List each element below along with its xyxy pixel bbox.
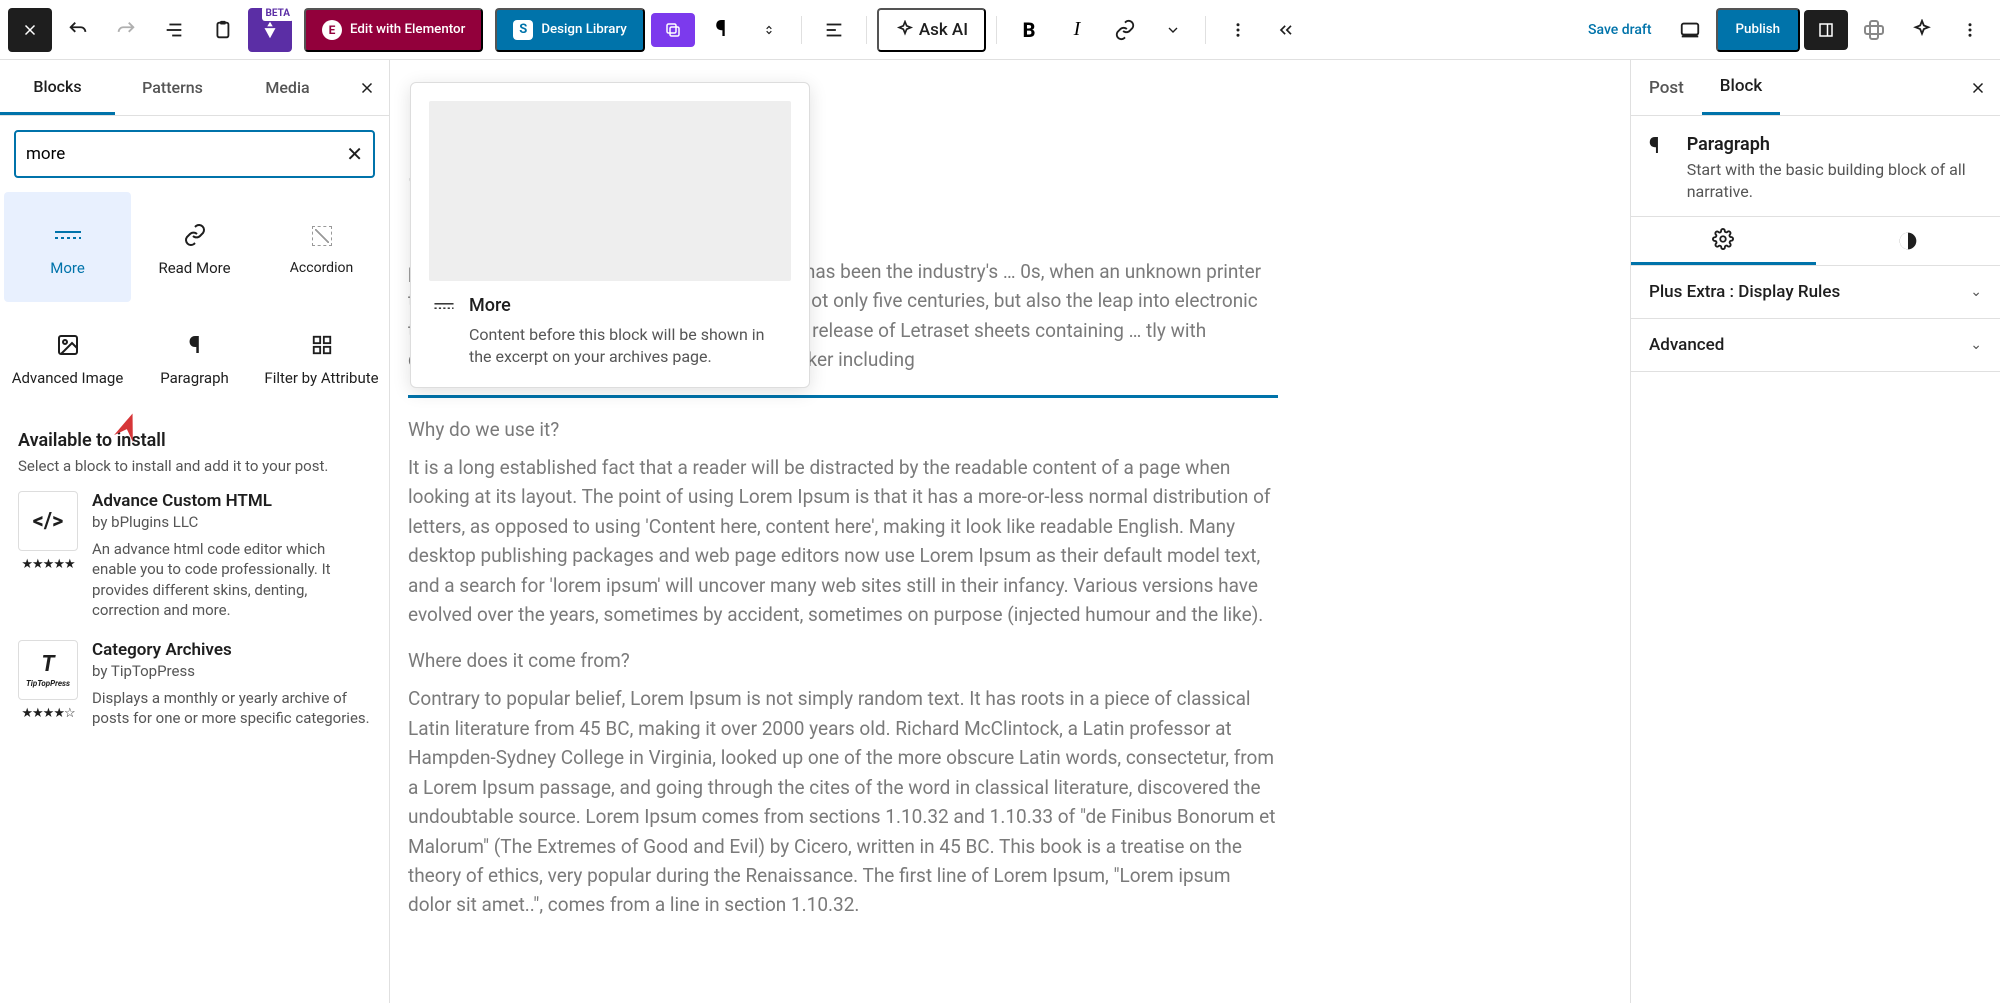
paragraph-block[interactable]: Contrary to popular belief, Lorem Ipsum …: [408, 684, 1278, 920]
inserter-tabs: Blocks Patterns Media: [0, 60, 389, 116]
tab-blocks[interactable]: Blocks: [0, 60, 115, 115]
more-icon: [53, 219, 83, 251]
undo-button[interactable]: [56, 8, 100, 52]
heading-block[interactable]: Where does it come from?: [408, 649, 1278, 672]
install-item[interactable]: T TipTopPress ★★★★☆ Category Archives by…: [18, 640, 371, 729]
chevron-down-icon: ⌄: [1970, 284, 1982, 300]
top-toolbar: BETA E Edit with Elementor S Design Libr…: [0, 0, 2000, 60]
inserter-close-button[interactable]: [345, 79, 389, 97]
copy-icon-button[interactable]: [651, 13, 695, 47]
settings-tabs: Post Block: [1631, 60, 2000, 116]
block-advanced-image[interactable]: Advanced Image: [4, 302, 131, 412]
block-info-header: ¶ Paragraph Start with the basic buildin…: [1631, 116, 2000, 217]
editor-canvas[interactable]: More Content before this block will be s…: [390, 60, 1630, 1003]
preview-thumbnail: [429, 101, 791, 281]
italic-button[interactable]: I: [1055, 8, 1099, 52]
more-icon: [433, 301, 455, 311]
preview-description: Content before this block will be shown …: [429, 324, 791, 369]
divider: [866, 16, 867, 44]
panel-advanced[interactable]: Advanced⌄: [1631, 319, 2000, 372]
avail-title: Available to install: [18, 430, 371, 451]
more-format-button[interactable]: [1151, 8, 1195, 52]
block-paragraph[interactable]: ¶ Paragraph: [131, 302, 258, 412]
ask-ai-button[interactable]: Ask AI: [877, 8, 986, 52]
elementor-button[interactable]: E Edit with Elementor: [304, 8, 483, 52]
settings-tab-icon[interactable]: [1631, 217, 1816, 265]
chevron-down-icon: ⌄: [1970, 337, 1982, 353]
grid-icon: [311, 329, 333, 361]
beta-badge: BETA: [262, 6, 295, 21]
block-preview-popover: More Content before this block will be s…: [410, 82, 810, 388]
tab-block[interactable]: Block: [1702, 60, 1780, 115]
broken-image-icon: [312, 220, 332, 252]
collapse-button[interactable]: [1264, 8, 1308, 52]
options-button[interactable]: [1216, 8, 1260, 52]
transform-button[interactable]: [747, 8, 791, 52]
more-options-button[interactable]: [1948, 8, 1992, 52]
inserter-sidebar: Blocks Patterns Media ✕ More Read More A…: [0, 60, 390, 1003]
preview-button[interactable]: [1668, 8, 1712, 52]
block-search-box: ✕: [14, 130, 375, 178]
avail-sub: Select a block to install and add it to …: [18, 457, 371, 475]
block-name: Paragraph: [1687, 134, 1982, 155]
block-more[interactable]: More: [4, 192, 131, 302]
settings-panel-button[interactable]: [1804, 10, 1848, 50]
divider: [801, 16, 802, 44]
block-desc: Start with the basic building block of a…: [1687, 159, 1982, 204]
divider: [1205, 16, 1206, 44]
ai-sparkle-button[interactable]: [1900, 8, 1944, 52]
design-library-button[interactable]: S Design Library: [495, 8, 645, 52]
settings-sidebar: Post Block ¶ Paragraph Start with the ba…: [1630, 60, 2000, 1003]
tiptop-logo-icon: T TipTopPress: [18, 640, 78, 700]
item-desc: An advance html code editor which enable…: [92, 539, 371, 620]
inspector-icon-tabs: [1631, 217, 2000, 266]
tab-media[interactable]: Media: [230, 60, 345, 115]
item-title: Advance Custom HTML: [92, 491, 371, 511]
preview-title: More: [469, 295, 511, 316]
image-icon: [56, 329, 80, 361]
outline-button[interactable]: [152, 8, 196, 52]
search-input[interactable]: [26, 144, 346, 164]
heading-block[interactable]: Why do we use it?: [408, 418, 1278, 441]
settings-close-button[interactable]: [1956, 79, 2000, 97]
align-button[interactable]: [812, 8, 856, 52]
publish-button[interactable]: Publish: [1716, 8, 1800, 52]
available-to-install-section: Available to install Select a block to i…: [0, 412, 389, 749]
rating-stars: ★★★★★: [21, 557, 74, 572]
styles-tab-icon[interactable]: [1816, 217, 2000, 265]
paragraph-icon: ¶: [189, 329, 201, 361]
block-accordion[interactable]: Accordion: [258, 192, 385, 302]
clipboard-button[interactable]: [200, 8, 244, 52]
more-block-insert-line[interactable]: [408, 395, 1278, 398]
plugin-icon-button[interactable]: [1852, 8, 1896, 52]
tab-post[interactable]: Post: [1631, 60, 1702, 115]
save-draft-button[interactable]: Save draft: [1576, 8, 1664, 52]
rating-stars: ★★★★☆: [21, 706, 74, 721]
block-filter-attribute[interactable]: Filter by Attribute: [258, 302, 385, 412]
install-item[interactable]: </> ★★★★★ Advance Custom HTML by bPlugin…: [18, 491, 371, 620]
panel-display-rules[interactable]: Plus Extra : Display Rules⌄: [1631, 266, 2000, 319]
link-icon: [183, 219, 207, 251]
html-icon: </>: [18, 491, 78, 551]
redo-button[interactable]: [104, 8, 148, 52]
item-title: Category Archives: [92, 640, 371, 660]
item-author: by bPlugins LLC: [92, 513, 371, 531]
paragraph-icon: ¶: [1649, 134, 1673, 204]
item-author: by TipTopPress: [92, 662, 371, 680]
link-button[interactable]: [1103, 8, 1147, 52]
paragraph-tool-icon[interactable]: ¶: [699, 8, 743, 52]
paragraph-block[interactable]: It is a long established fact that a rea…: [408, 453, 1278, 630]
tab-patterns[interactable]: Patterns: [115, 60, 230, 115]
blocks-grid: More Read More Accordion Advanced Image …: [0, 192, 389, 412]
bold-button[interactable]: B: [1007, 8, 1051, 52]
block-read-more[interactable]: Read More: [131, 192, 258, 302]
clear-search-button[interactable]: ✕: [346, 142, 363, 166]
menu-button[interactable]: [8, 8, 52, 52]
item-desc: Displays a monthly or yearly archive of …: [92, 688, 371, 729]
divider: [996, 16, 997, 44]
